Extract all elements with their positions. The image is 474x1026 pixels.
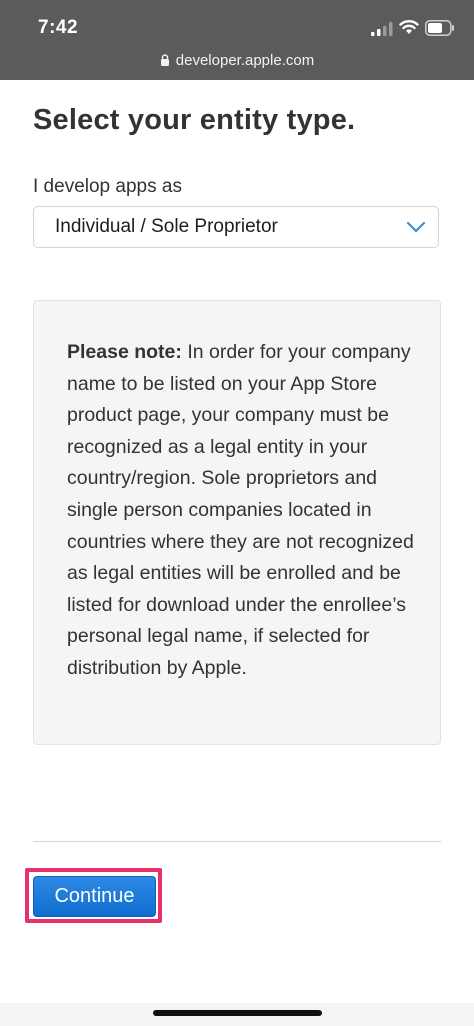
- divider: [33, 841, 441, 842]
- page-title: Select your entity type.: [33, 104, 356, 136]
- entity-type-select[interactable]: Individual / Sole Proprietor: [33, 206, 439, 248]
- lock-icon: [160, 54, 169, 66]
- url-text: developer.apple.com: [175, 52, 315, 69]
- chevron-down-icon: [406, 221, 426, 233]
- wifi-icon: [399, 20, 419, 34]
- entity-type-label: I develop apps as: [33, 176, 182, 197]
- home-indicator[interactable]: [153, 1010, 322, 1016]
- battery-icon: [425, 20, 454, 36]
- note-text: Please note: In order for your company n…: [67, 337, 417, 685]
- note-label: Please note:: [67, 341, 182, 363]
- signal-icon: [371, 22, 393, 36]
- entity-type-select-value: Individual / Sole Proprietor: [55, 216, 278, 237]
- continue-button[interactable]: Continue: [33, 876, 156, 917]
- status-bar: 7:42 developer.apple.com: [0, 0, 474, 80]
- note-body: In order for your company name to be lis…: [67, 341, 414, 679]
- status-time: 7:42: [38, 17, 79, 38]
- note-box: Please note: In order for your company n…: [33, 300, 441, 745]
- address-bar[interactable]: developer.apple.com: [0, 50, 474, 72]
